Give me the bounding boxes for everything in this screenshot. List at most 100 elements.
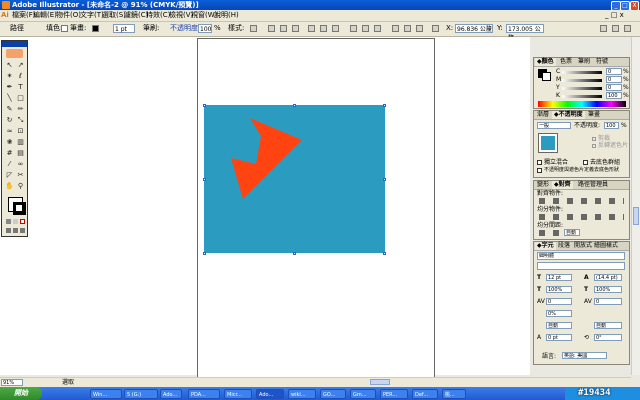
align-objects-buttons[interactable] [539,198,624,204]
tab-symbols[interactable]: 符號 [594,58,610,66]
pen-icon[interactable]: ✒ [5,83,14,92]
handle-tm[interactable] [293,104,296,107]
blend-mode-select[interactable]: 一般 [537,122,571,129]
handle-ml[interactable] [203,178,206,181]
gradient-mode-icon[interactable] [13,219,18,224]
mask-define-checkbox[interactable] [537,168,542,173]
symbol-sprayer-icon[interactable]: ❀ [5,138,14,147]
zoom-field[interactable]: 91% [1,379,23,386]
tab-paragraph[interactable]: 段落 [556,242,572,250]
tab-opentype[interactable]: 開放式 [572,242,594,250]
channel-k-slider[interactable] [562,95,602,98]
invert-mask-checkbox[interactable] [592,144,596,148]
line-icon[interactable]: ╲ [5,94,14,103]
tab-transform[interactable]: 變形 [535,181,551,189]
aki-left-field[interactable]: 自動 [546,322,572,329]
tracking-field[interactable]: 0 [594,298,622,305]
zoom-icon[interactable]: ⚲ [16,182,25,191]
taskbar-item[interactable]: GO... [320,389,346,399]
taskbar-item-active[interactable]: Ado... [256,389,284,399]
tab-swatches[interactable]: 色票 [558,58,574,66]
vertical-scroll-thumb[interactable] [633,207,639,225]
clip-checkbox[interactable] [592,137,596,141]
tab-character[interactable]: ◆字元 [535,242,556,250]
horizontal-scroll-thumb[interactable] [370,379,390,385]
color-mode-icon[interactable] [6,219,11,224]
screen-mode-3-icon[interactable] [20,228,25,233]
warp-icon[interactable]: ≈ [5,127,14,136]
scale-icon[interactable]: ⤡ [16,116,25,125]
aki-right-field[interactable]: 自動 [594,322,622,329]
status-mode[interactable]: 選取 [62,379,74,386]
taskbar-item[interactable]: Micr... [224,389,252,399]
mesh-icon[interactable]: # [5,149,14,158]
handle-bl[interactable] [203,252,206,255]
channel-k-field[interactable]: 100 [606,92,622,99]
taskbar-item[interactable]: PDA... [188,389,220,399]
vertical-scrollbar[interactable] [631,37,640,375]
taskbar-item[interactable]: Win... [90,389,122,399]
taskbar-item[interactable]: 5 (G:) [124,389,158,399]
opacity-field[interactable]: 100 [604,122,619,129]
slice-icon[interactable]: ◸ [5,171,14,180]
tab-align[interactable]: ◆對齊 [552,181,573,189]
tab-pathfinder[interactable]: 路徑管理員 [576,181,610,189]
tab-stroke[interactable]: 筆畫 [586,111,602,119]
font-family-select[interactable]: 細明體 [537,252,625,260]
lasso-icon[interactable]: ℓ [16,72,25,81]
font-size-field[interactable]: 12 pt [546,274,572,281]
channel-y-field[interactable]: 0 [606,84,622,91]
hand-icon[interactable]: ✋ [5,182,14,191]
rectangle-icon[interactable]: □ [16,94,25,103]
tab-graphic-styles[interactable]: 繪圖樣式 [592,242,620,250]
taskbar-item[interactable]: 桃... [442,389,466,399]
toolbox-header[interactable] [2,41,27,47]
handle-tl[interactable] [203,104,206,107]
handle-br[interactable] [383,252,386,255]
none-mode-icon[interactable] [20,219,25,224]
tab-transparency[interactable]: ◆不透明度 [552,111,585,119]
tab-color[interactable]: ◆顏色 [535,58,556,66]
spacing-value-field[interactable]: 自動 [564,229,580,236]
free-transform-icon[interactable]: ⊡ [16,127,25,136]
channel-m-field[interactable]: 0 [606,76,622,83]
distribute-objects-buttons[interactable] [539,214,624,220]
handle-bm[interactable] [293,252,296,255]
eyedropper-icon[interactable]: ⁄ [5,160,14,169]
handle-mr[interactable] [383,178,386,181]
pencil-icon[interactable]: ✏ [16,105,25,114]
tab-gradient[interactable]: 漸層 [535,111,551,119]
paintbrush-icon[interactable]: ✎ [5,105,14,114]
graph-icon[interactable]: ▥ [16,138,25,147]
type-icon[interactable]: T [16,83,25,92]
stroke-color-box[interactable] [13,202,26,215]
kerning-field[interactable]: 0 [546,298,572,305]
isolate-blending-checkbox[interactable] [537,160,542,165]
color-spectrum-bar[interactable] [538,101,626,107]
baseline-shift-field[interactable]: 0 pt [546,334,572,341]
character-rotation-field[interactable]: 0° [594,334,622,341]
distribute-spacing-buttons[interactable] [539,230,561,236]
handle-tr[interactable] [383,104,386,107]
font-style-select[interactable] [537,262,625,270]
direct-selection-icon[interactable]: ↗ [16,61,25,70]
scissors-icon[interactable]: ✂ [16,171,25,180]
knockout-checkbox[interactable] [583,160,588,165]
horizontal-scale-field[interactable]: 100% [594,286,622,293]
taskbar-item[interactable]: wiki... [288,389,316,399]
thumbnail-frame[interactable] [538,133,558,153]
taskbar-item[interactable]: Def... [412,389,438,399]
channel-m-slider[interactable] [562,79,602,82]
blend-icon[interactable]: ∞ [16,160,25,169]
tab-brushes[interactable]: 筆刷 [576,58,592,66]
taskbar-item[interactable]: PER... [380,389,408,399]
magic-wand-icon[interactable]: ✶ [5,72,14,81]
gradient-icon[interactable]: ▤ [16,149,25,158]
language-select[interactable]: 英語: 美國 [562,352,607,359]
channel-c-field[interactable]: 0 [606,68,622,75]
taskbar-item[interactable]: Gm... [350,389,376,399]
tsume-field[interactable]: 0% [546,310,572,317]
red-arrow-shape[interactable] [231,118,302,199]
channel-y-slider[interactable] [562,87,602,90]
channel-c-slider[interactable] [562,71,602,74]
